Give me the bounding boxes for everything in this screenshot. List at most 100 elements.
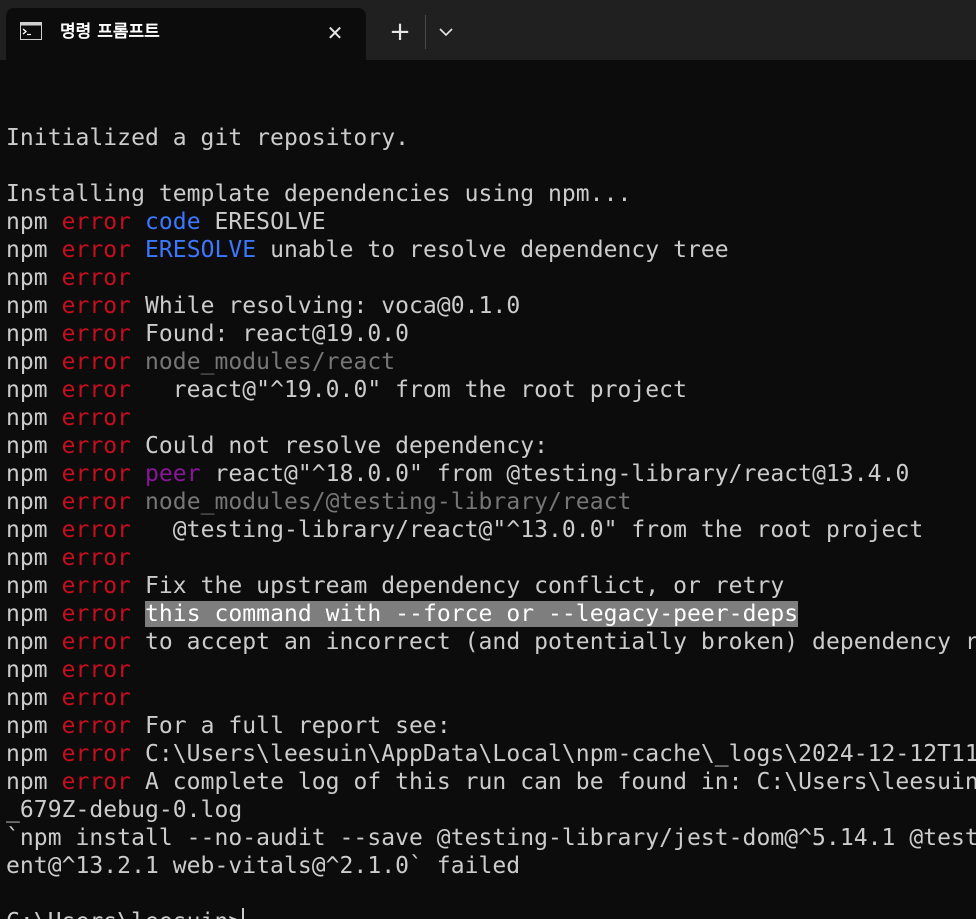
- terminal-text: error: [61, 685, 132, 711]
- terminal-icon: [20, 22, 42, 40]
- terminal-text: _679Z-debug-0.log: [6, 797, 243, 823]
- terminal-text: Initialized a git repository.: [6, 125, 410, 151]
- terminal-text: npm: [6, 601, 62, 627]
- terminal-text: While resolving: voca@0.1.0: [131, 293, 521, 319]
- terminal-text: npm: [6, 405, 62, 431]
- terminal-text: npm: [6, 349, 62, 375]
- terminal-text: error: [61, 545, 132, 571]
- terminal-output[interactable]: Initialized a git repository. Installing …: [6, 96, 976, 919]
- terminal-text: npm: [6, 489, 62, 515]
- title-bar: 명령 프롬프트 ✕ +: [0, 0, 976, 60]
- terminal-line: npm error: [6, 684, 976, 712]
- terminal-text: npm: [6, 629, 62, 655]
- terminal-text: npm: [6, 769, 62, 795]
- terminal-text: error: [61, 573, 132, 599]
- terminal-text: error: [61, 489, 132, 515]
- terminal-text: npm: [6, 545, 62, 571]
- terminal-line: npm error Fix the upstream dependency co…: [6, 572, 976, 600]
- terminal-line: npm error: [6, 264, 976, 292]
- terminal-text: error: [61, 377, 132, 403]
- terminal-line: npm error: [6, 656, 976, 684]
- terminal-text: npm: [6, 741, 62, 767]
- terminal-text: react@"^19.0.0" from the root project: [131, 377, 687, 403]
- terminal-line: npm error A complete log of this run can…: [6, 768, 976, 796]
- terminal-line: npm error to accept an incorrect (and po…: [6, 628, 976, 656]
- terminal-text: npm: [6, 293, 62, 319]
- terminal-text: For a full report see:: [131, 713, 451, 739]
- terminal-text: ent@^13.2.1 web-vitals@^2.1.0` failed: [6, 853, 521, 879]
- terminal-text: npm: [6, 321, 62, 347]
- tab-separator: [425, 15, 426, 49]
- tab-command-prompt[interactable]: 명령 프롬프트 ✕: [6, 8, 366, 60]
- terminal-text: error: [61, 265, 132, 291]
- terminal-text: npm: [6, 573, 62, 599]
- terminal-text: unable to resolve dependency tree: [256, 237, 729, 263]
- terminal-line: npm error node_modules/@testing-library/…: [6, 488, 976, 516]
- terminal-text: error: [61, 321, 132, 347]
- terminal-text: error: [61, 657, 132, 683]
- terminal-text: node_modules/react: [145, 349, 396, 375]
- terminal-line: ent@^13.2.1 web-vitals@^2.1.0` failed: [6, 852, 976, 880]
- terminal-text: npm: [6, 237, 62, 263]
- terminal-text: npm: [6, 209, 62, 235]
- terminal-text: error: [61, 601, 132, 627]
- terminal-line: npm error @testing-library/react@"^13.0.…: [6, 516, 976, 544]
- terminal-line: npm error While resolving: voca@0.1.0: [6, 292, 976, 320]
- chevron-down-icon[interactable]: [432, 16, 460, 48]
- terminal-text: error: [61, 629, 132, 655]
- terminal-text: C:\Users\leesuin>: [6, 909, 242, 919]
- terminal-line: npm error peer react@"^18.0.0" from @tes…: [6, 460, 976, 488]
- terminal-text: error: [61, 517, 132, 543]
- terminal-line: C:\Users\leesuin>: [6, 908, 976, 919]
- tab-title: 명령 프롬프트: [60, 22, 160, 42]
- terminal-text: Could not resolve dependency:: [131, 433, 549, 459]
- terminal-line: `npm install --no-audit --save @testing-…: [6, 824, 976, 852]
- terminal-line: npm error For a full report see:: [6, 712, 976, 740]
- terminal-text: npm: [6, 517, 62, 543]
- terminal-text: ERESOLVE: [200, 209, 326, 235]
- terminal-text: to accept an incorrect (and potentially …: [131, 629, 976, 655]
- text-cursor: [242, 908, 245, 919]
- terminal-line: npm error: [6, 404, 976, 432]
- terminal-text: error: [61, 769, 132, 795]
- terminal-line: npm error react@"^19.0.0" from the root …: [6, 376, 976, 404]
- terminal-line: npm error code ERESOLVE: [6, 208, 976, 236]
- terminal-text: error: [61, 209, 132, 235]
- new-tab-button[interactable]: +: [384, 16, 416, 48]
- terminal-text: error: [61, 713, 132, 739]
- terminal-line: npm error: [6, 544, 976, 572]
- terminal-line: npm error ERESOLVE unable to resolve dep…: [6, 236, 976, 264]
- terminal-text: Fix the upstream dependency conflict, or…: [131, 573, 785, 599]
- terminal-text: npm: [6, 713, 62, 739]
- close-icon[interactable]: ✕: [322, 20, 348, 46]
- terminal-line: Installing template dependencies using n…: [6, 180, 976, 208]
- terminal-text: `npm install --no-audit --save @testing-…: [6, 825, 976, 851]
- terminal-line: _679Z-debug-0.log: [6, 796, 976, 824]
- terminal-line: Initialized a git repository.: [6, 124, 976, 152]
- terminal-text: ERESOLVE: [145, 237, 257, 263]
- terminal-text: Found: react@19.0.0: [131, 321, 410, 347]
- terminal-text: node_modules/@testing-library/react: [145, 489, 632, 515]
- terminal-line: npm error C:\Users\leesuin\AppData\Local…: [6, 740, 976, 768]
- terminal-text: npm: [6, 265, 62, 291]
- terminal-text: Installing template dependencies using n…: [6, 181, 632, 207]
- terminal-text: npm: [6, 685, 62, 711]
- terminal-text: npm: [6, 461, 62, 487]
- terminal-text: error: [61, 349, 132, 375]
- selected-text: this command with --force or --legacy-pe…: [145, 601, 799, 627]
- terminal-line: npm error Could not resolve dependency:: [6, 432, 976, 460]
- terminal-line: npm error Found: react@19.0.0: [6, 320, 976, 348]
- terminal-text: error: [61, 405, 132, 431]
- terminal-text: npm: [6, 377, 62, 403]
- terminal-line: npm error node_modules/react: [6, 348, 976, 376]
- terminal-text: react@"^18.0.0" from @testing-library/re…: [200, 461, 910, 487]
